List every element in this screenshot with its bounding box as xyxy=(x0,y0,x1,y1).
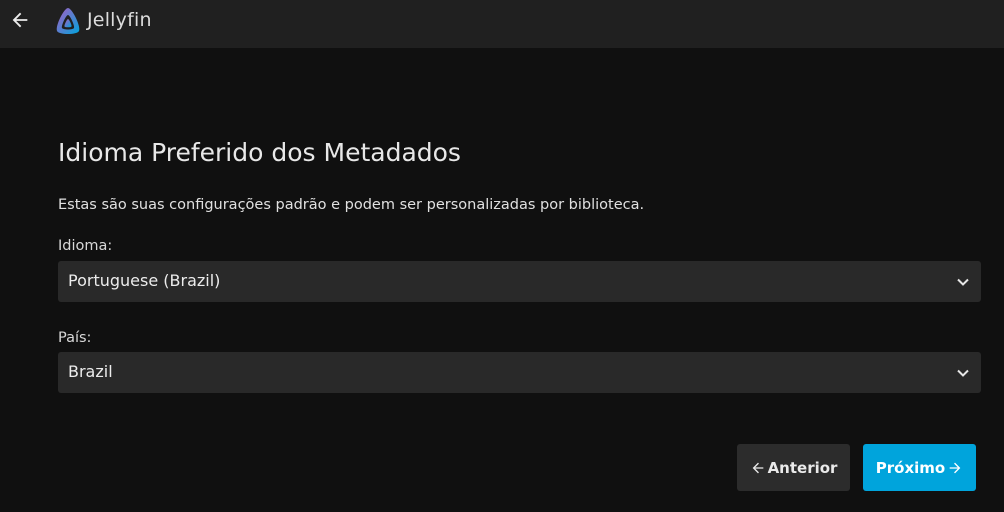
jellyfin-logo-icon[interactable] xyxy=(52,6,84,38)
chevron-down-icon xyxy=(957,278,969,286)
arrow-left-icon xyxy=(752,462,763,473)
language-label: Idioma: xyxy=(58,238,113,254)
page-description: Estas são suas configurações padrão e po… xyxy=(58,197,645,213)
next-button-label: Próximo xyxy=(875,458,946,477)
country-select[interactable]: Brazil xyxy=(58,352,981,393)
next-button[interactable]: Próximo xyxy=(863,444,976,491)
language-select-value: Portuguese (Brazil) xyxy=(68,271,221,290)
page-title: Idioma Preferido dos Metadados xyxy=(58,138,461,167)
chevron-down-icon xyxy=(957,369,969,377)
previous-button[interactable]: Anterior xyxy=(737,444,850,491)
back-button[interactable] xyxy=(6,6,34,34)
arrow-right-icon xyxy=(949,462,961,473)
header-bar: Jellyfin xyxy=(0,0,1004,48)
previous-button-label: Anterior xyxy=(767,458,838,477)
country-select-value: Brazil xyxy=(68,362,113,381)
language-select[interactable]: Portuguese (Brazil) xyxy=(58,261,981,302)
arrow-left-icon xyxy=(12,12,28,28)
app-title[interactable]: Jellyfin xyxy=(87,9,152,31)
country-label: País: xyxy=(58,330,92,346)
